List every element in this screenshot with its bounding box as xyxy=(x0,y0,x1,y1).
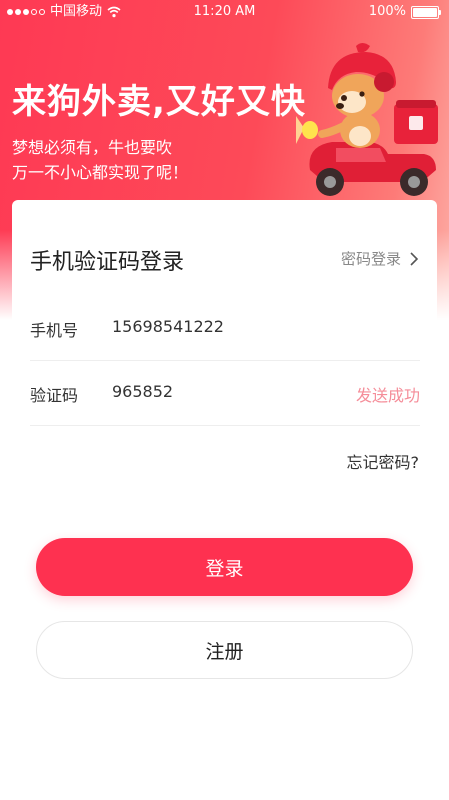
banner-subline-2: 万一不小心都实现了呢！ xyxy=(12,163,189,182)
forgot-password-link[interactable]: 忘记密码? xyxy=(347,449,420,473)
page-title: 手机验证码登录 xyxy=(30,250,185,275)
phone-label: 手机号 xyxy=(30,321,79,340)
banner-subline-1: 梦想必须有，牛也要吹 xyxy=(12,138,173,157)
login-button[interactable]: 登录 xyxy=(36,538,413,596)
code-input[interactable]: 965852 xyxy=(112,382,173,401)
battery-icon xyxy=(411,5,441,19)
login-card: 手机验证码登录 密码登录 手机号 15698541222 验证码 965852 … xyxy=(12,200,437,480)
password-login-label: 密码登录 xyxy=(340,250,401,268)
delivery-dog-scooter-illustration xyxy=(296,43,438,196)
chevron-right-icon xyxy=(410,251,419,266)
battery-percent: 100% xyxy=(368,4,406,19)
phone-field[interactable]: 手机号 15698541222 xyxy=(30,296,420,361)
send-code-status[interactable]: 发送成功 xyxy=(356,382,420,406)
register-button[interactable]: 注册 xyxy=(36,621,413,679)
status-bar: 中国移动 11:20 AM 100% xyxy=(0,0,449,24)
password-login-link[interactable]: 密码登录 xyxy=(341,248,419,269)
banner-headline: 来狗外卖,又好又快 xyxy=(12,82,306,122)
code-label: 验证码 xyxy=(30,386,79,405)
phone-input[interactable]: 15698541222 xyxy=(112,317,224,336)
code-field[interactable]: 验证码 965852 发送成功 xyxy=(30,361,420,426)
